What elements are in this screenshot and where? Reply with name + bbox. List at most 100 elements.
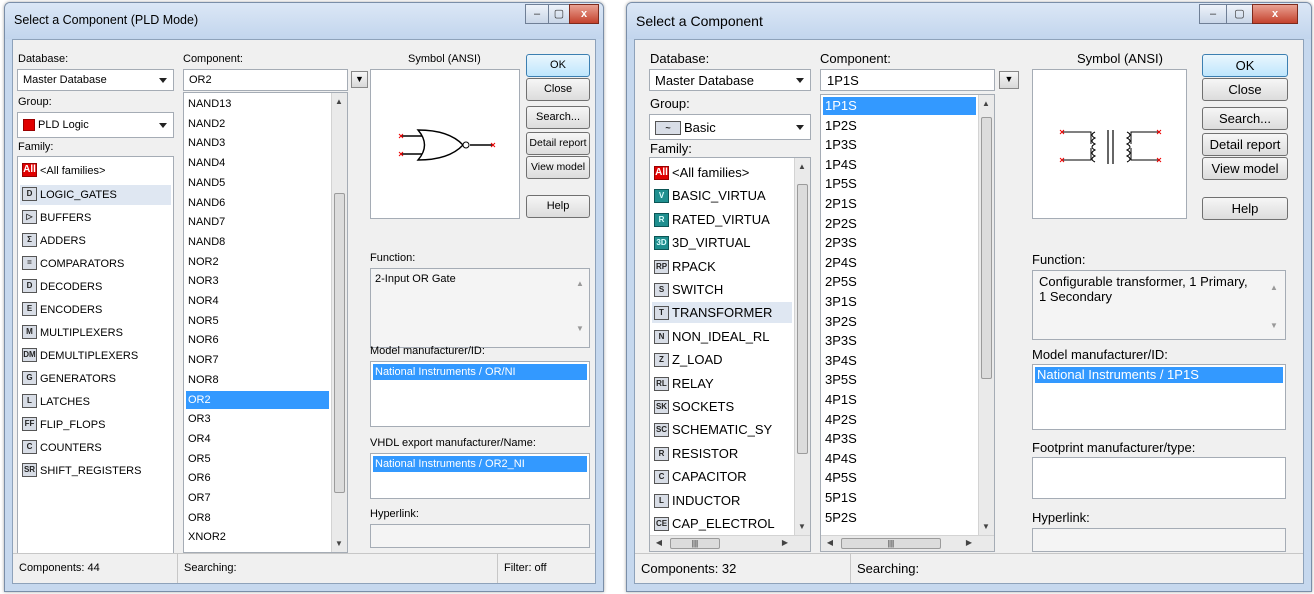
close-button[interactable]: Close xyxy=(1202,78,1288,101)
component-list-hscrollbar[interactable]: ◀ ||| ▶ xyxy=(821,535,994,551)
component-list[interactable]: 1P1S 1P2S 1P3S 1P4S 1P5S 2P1S 2P2S 2P3S 2P4S 2P5S… xyxy=(820,94,995,552)
family-item[interactable]: N NON_IDEAL_RL xyxy=(652,326,792,347)
scroll-thumb[interactable] xyxy=(981,117,992,379)
scroll-down-arrow-icon[interactable]: ▼ xyxy=(1267,321,1281,330)
family-item[interactable]: C COUNTERS xyxy=(20,438,171,458)
family-item[interactable]: RL RELAY xyxy=(652,373,792,394)
component-item[interactable]: 1P4S xyxy=(823,156,976,174)
scroll-up-arrow-icon[interactable]: ▲ xyxy=(573,279,587,288)
hyperlink-field[interactable] xyxy=(1032,528,1286,552)
family-item[interactable]: DM DEMULTIPLEXERS xyxy=(20,346,171,366)
hscroll-thumb[interactable]: ||| xyxy=(670,538,720,549)
filter-icon[interactable]: ▼ xyxy=(999,71,1019,89)
family-item[interactable]: SK SOCKETS xyxy=(652,396,792,417)
component-item[interactable]: 5P1S xyxy=(823,489,976,507)
component-item[interactable]: NAND5 xyxy=(186,174,329,192)
scroll-up-arrow-icon[interactable]: ▲ xyxy=(979,99,993,108)
component-item[interactable]: 2P2S xyxy=(823,215,976,233)
footprint-list[interactable] xyxy=(1032,457,1286,499)
scroll-up-arrow-icon[interactable]: ▲ xyxy=(795,162,809,171)
vhdl-item[interactable]: National Instruments / OR2_NI xyxy=(373,456,587,472)
family-item[interactable]: RP RPACK xyxy=(652,256,792,277)
family-item[interactable]: 3D 3D_VIRTUAL xyxy=(652,232,792,253)
component-item[interactable]: OR7 xyxy=(186,489,329,507)
close-window-button[interactable]: x xyxy=(569,4,599,24)
component-item[interactable]: 4P5S xyxy=(823,469,976,487)
component-item[interactable]: 2P5S xyxy=(823,273,976,291)
scroll-down-arrow-icon[interactable]: ▼ xyxy=(332,539,346,548)
component-item[interactable]: 4P3S xyxy=(823,430,976,448)
component-search-field[interactable]: 1P1S xyxy=(820,69,995,91)
close-button[interactable]: Close xyxy=(526,78,590,101)
model-list[interactable]: National Instruments / 1P1S xyxy=(1032,364,1286,430)
component-item[interactable]: NOR3 xyxy=(186,272,329,290)
help-button[interactable]: Help xyxy=(526,195,590,218)
family-item[interactable]: C CAPACITOR xyxy=(652,466,792,487)
family-item[interactable]: M MULTIPLEXERS xyxy=(20,323,171,343)
family-item[interactable]: CE CAP_ELECTROL xyxy=(652,513,792,534)
group-dropdown[interactable]: ~ Basic xyxy=(649,114,811,140)
scroll-left-arrow-icon[interactable]: ◀ xyxy=(823,538,837,547)
scroll-up-arrow-icon[interactable]: ▲ xyxy=(332,97,346,106)
component-item[interactable]: NAND7 xyxy=(186,213,329,231)
component-item[interactable]: OR4 xyxy=(186,430,329,448)
family-item[interactable]: SR SHIFT_REGISTERS xyxy=(20,461,171,481)
component-item[interactable]: 1P5S xyxy=(823,175,976,193)
component-item[interactable]: OR6 xyxy=(186,469,329,487)
database-dropdown[interactable]: Master Database xyxy=(17,69,174,91)
component-item[interactable]: 3P5S xyxy=(823,371,976,389)
scroll-up-arrow-icon[interactable]: ▲ xyxy=(1267,283,1281,292)
component-item[interactable]: NOR2 xyxy=(186,253,329,271)
detail-report-button[interactable]: Detail report xyxy=(1202,133,1288,156)
component-item[interactable]: NOR7 xyxy=(186,351,329,369)
family-item[interactable]: L LATCHES xyxy=(20,392,171,412)
family-item[interactable]: D DECODERS xyxy=(20,277,171,297)
group-dropdown[interactable]: PLD Logic xyxy=(17,112,174,138)
close-window-button[interactable]: x xyxy=(1252,4,1298,24)
family-item[interactable]: T TRANSFORMER xyxy=(652,302,792,324)
family-item[interactable]: D LOGIC_GATES xyxy=(20,185,171,205)
component-item[interactable]: 3P3S xyxy=(823,332,976,350)
family-item[interactable]: SC SCHEMATIC_SY xyxy=(652,419,792,440)
component-item[interactable]: NAND3 xyxy=(186,134,329,152)
component-item[interactable]: NAND4 xyxy=(186,154,329,172)
database-dropdown[interactable]: Master Database xyxy=(649,69,811,91)
component-item[interactable]: NAND2 xyxy=(186,115,329,133)
family-item[interactable]: ▷ BUFFERS xyxy=(20,208,171,228)
scroll-down-arrow-icon[interactable]: ▼ xyxy=(795,522,809,531)
scroll-left-arrow-icon[interactable]: ◀ xyxy=(652,538,666,547)
scroll-down-arrow-icon[interactable]: ▼ xyxy=(979,522,993,531)
search-button[interactable]: Search... xyxy=(1202,107,1288,130)
component-item[interactable]: 3P4S xyxy=(823,352,976,370)
component-item[interactable]: 3P1S xyxy=(823,293,976,311)
family-item[interactable]: E ENCODERS xyxy=(20,300,171,320)
scroll-down-arrow-icon[interactable]: ▼ xyxy=(573,324,587,333)
family-item[interactable]: L INDUCTOR xyxy=(652,490,792,511)
family-item[interactable]: G GENERATORS xyxy=(20,369,171,389)
minimize-button[interactable]: – xyxy=(525,4,549,24)
family-list[interactable]: All <All families> D LOGIC_GATES ▷ BUFFERS … xyxy=(17,156,174,565)
component-item[interactable]: 1P1S xyxy=(823,97,976,115)
family-item[interactable]: All <All families> xyxy=(652,162,792,183)
component-item[interactable]: OR8 xyxy=(186,509,329,527)
filter-icon[interactable]: ▼ xyxy=(351,71,368,88)
component-item[interactable]: NOR8 xyxy=(186,371,329,389)
component-item[interactable]: 3P2S xyxy=(823,313,976,331)
component-item[interactable]: OR2 xyxy=(186,390,329,409)
scroll-thumb[interactable] xyxy=(334,193,345,493)
component-item[interactable]: NAND6 xyxy=(186,194,329,212)
component-item[interactable]: 1P2S xyxy=(823,117,976,135)
scroll-right-arrow-icon[interactable]: ▶ xyxy=(962,538,976,547)
view-model-button[interactable]: View model xyxy=(1202,157,1288,180)
family-item[interactable]: R RESISTOR xyxy=(652,443,792,464)
component-item[interactable]: OR5 xyxy=(186,450,329,468)
family-item[interactable]: All <All families> xyxy=(20,161,171,181)
family-item[interactable]: FF FLIP_FLOPS xyxy=(20,415,171,435)
component-item[interactable]: 5P2S xyxy=(823,509,976,527)
title-bar[interactable]: Select a Component – ▢ x xyxy=(627,3,1311,39)
component-item[interactable]: 1P3S xyxy=(823,136,976,154)
scroll-right-arrow-icon[interactable]: ▶ xyxy=(778,538,792,547)
component-item[interactable]: NAND8 xyxy=(186,233,329,251)
component-item[interactable]: XNOR2 xyxy=(186,528,329,546)
scroll-thumb[interactable] xyxy=(797,184,808,454)
